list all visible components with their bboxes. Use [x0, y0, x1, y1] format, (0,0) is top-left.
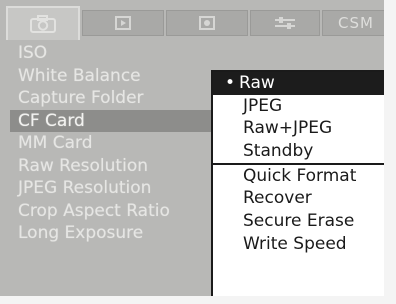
menu-item-cf-card[interactable]: CF Card [10, 109, 228, 132]
menu-item-capture-folder[interactable]: Capture Folder [18, 87, 218, 110]
menu-item-crop-aspect-ratio[interactable]: Crop Aspect Ratio [18, 200, 218, 223]
menu-item-white-balance[interactable]: White Balance [18, 65, 218, 88]
tab-playback[interactable] [82, 10, 164, 36]
option-raw-label: Raw [239, 73, 275, 93]
play-icon [112, 15, 134, 31]
tab-csm[interactable]: CSM [322, 10, 390, 36]
tab-display[interactable] [166, 10, 248, 36]
cf-card-submenu: • Raw JPEG Raw+JPEG Standby Quick Format … [211, 70, 390, 298]
frame-margin-right [384, 0, 396, 304]
option-jpeg[interactable]: JPEG [213, 95, 388, 118]
menu-item-jpeg-resolution[interactable]: JPEG Resolution [18, 177, 218, 200]
action-quick-format[interactable]: Quick Format [213, 165, 388, 188]
tab-bar: CSM [6, 6, 390, 40]
option-raw-jpeg[interactable]: Raw+JPEG [213, 117, 388, 140]
settings-sliders-icon [272, 15, 298, 31]
tab-setup[interactable] [250, 10, 320, 36]
menu-item-iso[interactable]: ISO [18, 42, 218, 65]
option-standby[interactable]: Standby [213, 140, 388, 163]
tab-camera[interactable] [6, 6, 80, 40]
frame-margin-bottom [0, 296, 396, 304]
option-raw[interactable]: • Raw [213, 72, 388, 95]
tab-csm-label: CSM [338, 14, 374, 32]
selected-bullet: • [225, 73, 236, 93]
display-icon [196, 15, 218, 31]
camera-icon [28, 14, 58, 34]
action-write-speed[interactable]: Write Speed [213, 233, 388, 256]
settings-menu-list: ISO White Balance Capture Folder CF Card… [10, 42, 228, 245]
menu-item-mm-card[interactable]: MM Card [18, 132, 218, 155]
camera-menu-screen: CSM ISO White Balance Capture Folder CF … [0, 0, 396, 304]
menu-item-long-exposure[interactable]: Long Exposure [18, 222, 218, 245]
menu-item-raw-resolution[interactable]: Raw Resolution [18, 155, 218, 178]
action-secure-erase[interactable]: Secure Erase [213, 210, 388, 233]
action-recover[interactable]: Recover [213, 187, 388, 210]
